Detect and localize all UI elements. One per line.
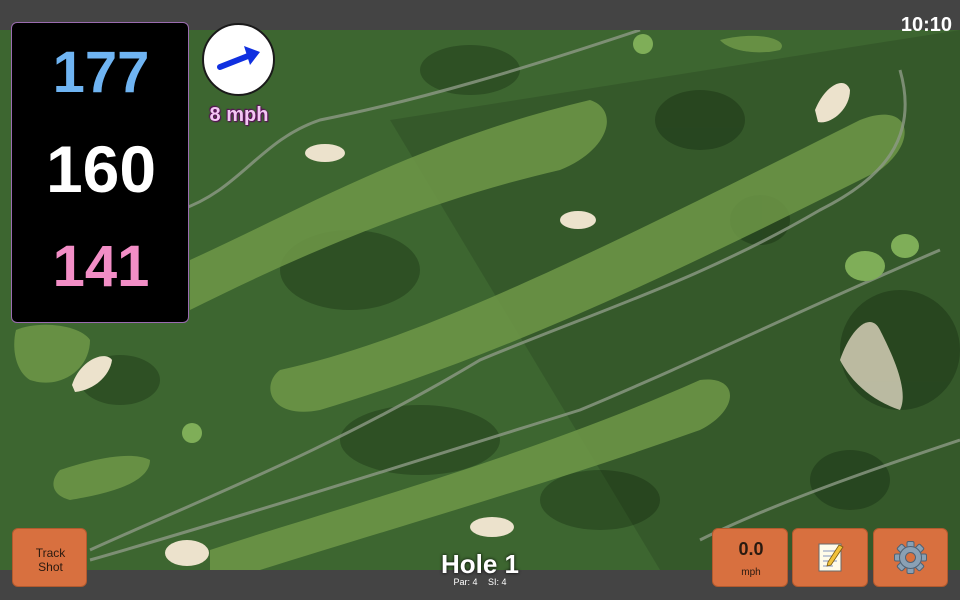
front-distance: 141 — [52, 234, 150, 299]
clock-time: 10:10 — [900, 14, 952, 36]
notes-button[interactable] — [792, 528, 868, 587]
hole-info: Par: 4 SI: 4 — [380, 577, 580, 587]
middle-distance: 160 — [45, 132, 157, 206]
gear-icon — [894, 541, 927, 574]
track-shot-button[interactable]: Track Shot — [12, 528, 87, 587]
speed-value: 0.0 — [738, 539, 764, 559]
speed-unit: mph — [741, 567, 761, 578]
hole-title: Hole 1 — [440, 549, 520, 579]
hole-par: Par: 4 — [453, 577, 478, 587]
speed-button[interactable]: 0.0 mph — [712, 528, 788, 587]
wind-indicator — [202, 23, 275, 96]
arrow-icon — [217, 46, 260, 70]
notepad-icon — [818, 543, 844, 572]
track-shot-label-line2: Shot — [38, 560, 63, 574]
back-distance: 177 — [52, 40, 150, 105]
settings-button[interactable] — [873, 528, 948, 587]
wind-speed: 8 mph — [209, 104, 269, 126]
hole-stroke-index: SI: 4 — [488, 577, 507, 587]
distance-panel: 177 160 141 — [11, 22, 189, 323]
track-shot-label-line1: Track — [35, 546, 66, 560]
